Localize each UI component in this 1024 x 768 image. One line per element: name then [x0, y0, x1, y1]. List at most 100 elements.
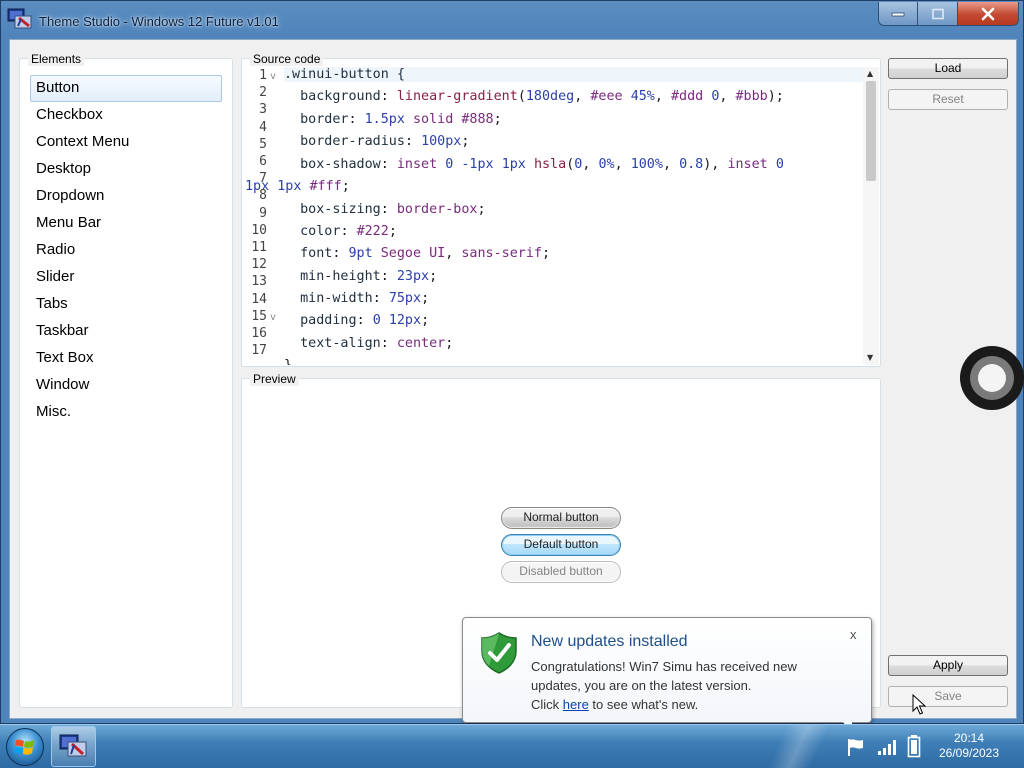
code-line: font: 9pt Segoe UI, sans-serif; [300, 246, 551, 261]
mouse-cursor-icon [912, 694, 927, 715]
scroll-up-arrow-icon[interactable]: ▲ [867, 69, 873, 78]
windows-logo-icon [14, 739, 34, 755]
minimize-icon [891, 12, 905, 16]
elements-list-item[interactable]: Menu Bar [30, 210, 222, 237]
code-line: padding: 0 12px; [300, 313, 430, 328]
update-notification[interactable]: New updates installed x Congratulations!… [462, 617, 872, 734]
close-button[interactable] [958, 2, 1019, 26]
line-number: 17 [251, 343, 267, 359]
elements-list-item[interactable]: Window [30, 372, 222, 399]
line-number: 13 [251, 274, 267, 290]
security-shield-icon [481, 632, 517, 674]
theme-studio-app-icon [7, 8, 32, 29]
maximize-icon [931, 8, 944, 19]
code-line: color: #222; [300, 224, 397, 239]
line-number: 3 [259, 102, 267, 118]
code-vertical-scrollbar[interactable]: ▲ ▼ [863, 67, 879, 365]
taskbar: 20:14 26/09/2023 [0, 724, 1024, 768]
reset-button[interactable]: Reset [888, 89, 1008, 110]
notification-body: Congratulations! Win7 Simu has received … [531, 657, 861, 714]
elements-list-item[interactable]: Misc. [30, 399, 222, 426]
line-number: 16 [251, 326, 267, 341]
line-number: 10 [251, 222, 267, 238]
notification-close-button[interactable]: x [850, 627, 857, 642]
theme-studio-taskbar-icon [59, 734, 87, 757]
clock-time: 20:14 [953, 731, 985, 745]
notification-line-3: Click here to see what's new. [531, 695, 861, 714]
code-line: } [284, 358, 292, 365]
line-number: 1 [259, 68, 267, 83]
code-line: border-radius: 100px; [300, 134, 470, 149]
code-editor[interactable]: .winui-button { background: linear-gradi… [243, 67, 863, 365]
default-button-preview[interactable]: Default button [501, 534, 621, 556]
elements-group-label: Elements [28, 52, 85, 66]
normal-button-preview[interactable]: Normal button [501, 507, 621, 529]
notification-line-2: updates, you are on the latest version. [531, 678, 752, 693]
elements-list-item[interactable]: Desktop [30, 156, 222, 183]
line-number: 5 [259, 136, 267, 152]
scrollbar-thumb[interactable] [866, 81, 876, 181]
elements-list-item[interactable]: Slider [30, 264, 222, 291]
action-center-flag-icon[interactable] [846, 737, 868, 757]
notification-text-after-link: to see what's new. [588, 697, 699, 712]
whats-new-link[interactable]: here [563, 697, 589, 712]
elements-list-item[interactable]: Context Menu [30, 129, 222, 156]
touch-pointer-indicator [960, 346, 1024, 410]
code-line: min-width: 75px; [300, 291, 430, 306]
code-line: box-shadow: inset 0 -1px 1px hsla(0, 0%,… [300, 157, 784, 172]
elements-list-item[interactable]: Dropdown [30, 183, 222, 210]
disabled-button-preview: Disabled button [501, 561, 621, 583]
load-button[interactable]: Load [888, 58, 1008, 79]
app-window: Theme Studio - Windows 12 Future v1.01 E… [0, 0, 1024, 724]
line-number: 6 [259, 154, 267, 169]
code-line: border: 1.5px solid #888; [300, 112, 502, 127]
line-number: 7 [259, 171, 267, 187]
scroll-down-arrow-icon[interactable]: ▼ [867, 353, 873, 362]
elements-list-item[interactable]: Button [30, 75, 222, 102]
elements-list-item[interactable]: Radio [30, 237, 222, 264]
source-code-group-label: Source code [250, 52, 324, 66]
system-clock[interactable]: 20:14 26/09/2023 [928, 731, 1010, 761]
code-line: text-align: center; [300, 336, 454, 351]
line-number: 2 [259, 85, 267, 101]
line-number: 4 [259, 119, 267, 135]
elements-list-item[interactable]: Checkbox [30, 102, 222, 129]
line-number: 9 [259, 205, 267, 221]
line-number: 8 [259, 188, 267, 204]
battery-icon[interactable] [907, 734, 921, 758]
elements-list-item[interactable]: Tabs [30, 291, 222, 318]
fold-marker-icon[interactable]: v [270, 71, 276, 82]
maximize-button[interactable] [918, 2, 958, 26]
line-number: 14 [251, 291, 267, 307]
code-line: background: linear-gradient(180deg, #eee… [300, 89, 784, 104]
notification-line-1: Congratulations! Win7 Simu has received … [531, 659, 797, 674]
touch-pointer-core [978, 364, 1006, 392]
network-signal-icon[interactable] [876, 737, 898, 757]
code-line: .winui-button { [284, 67, 863, 82]
elements-list[interactable]: Button Checkbox Context Menu Desktop Dropdow… [30, 75, 222, 426]
touch-pointer-ring [970, 356, 1014, 400]
fold-marker-icon[interactable]: v [270, 312, 276, 323]
taskbar-theme-studio-button[interactable] [51, 726, 96, 767]
save-button[interactable]: Save [888, 686, 1008, 707]
code-line: box-sizing: border-box; [300, 202, 486, 217]
apply-button[interactable]: Apply [888, 655, 1008, 676]
elements-list-item[interactable]: Text Box [30, 345, 222, 372]
taskbar-light-streak [760, 725, 830, 768]
close-icon [981, 7, 995, 20]
notification-text-before-link: Click [531, 697, 563, 712]
elements-list-item[interactable]: Taskbar [30, 318, 222, 345]
start-button[interactable] [6, 728, 44, 766]
code-line: min-height: 23px; [300, 269, 438, 284]
preview-group-label: Preview [250, 372, 299, 386]
notification-title: New updates installed [531, 633, 688, 650]
line-number: 11 [251, 240, 267, 255]
minimize-button[interactable] [878, 2, 918, 26]
clock-date: 26/09/2023 [938, 746, 1000, 760]
source-code-group: Source code .winui-button { background: … [241, 52, 881, 367]
window-title: Theme Studio - Windows 12 Future v1.01 [39, 14, 279, 29]
code-row: .winui-button { [243, 67, 863, 89]
title-bar[interactable]: Theme Studio - Windows 12 Future v1.01 [1, 1, 1023, 37]
line-number: 15 [251, 308, 267, 324]
line-number: 12 [251, 257, 267, 273]
